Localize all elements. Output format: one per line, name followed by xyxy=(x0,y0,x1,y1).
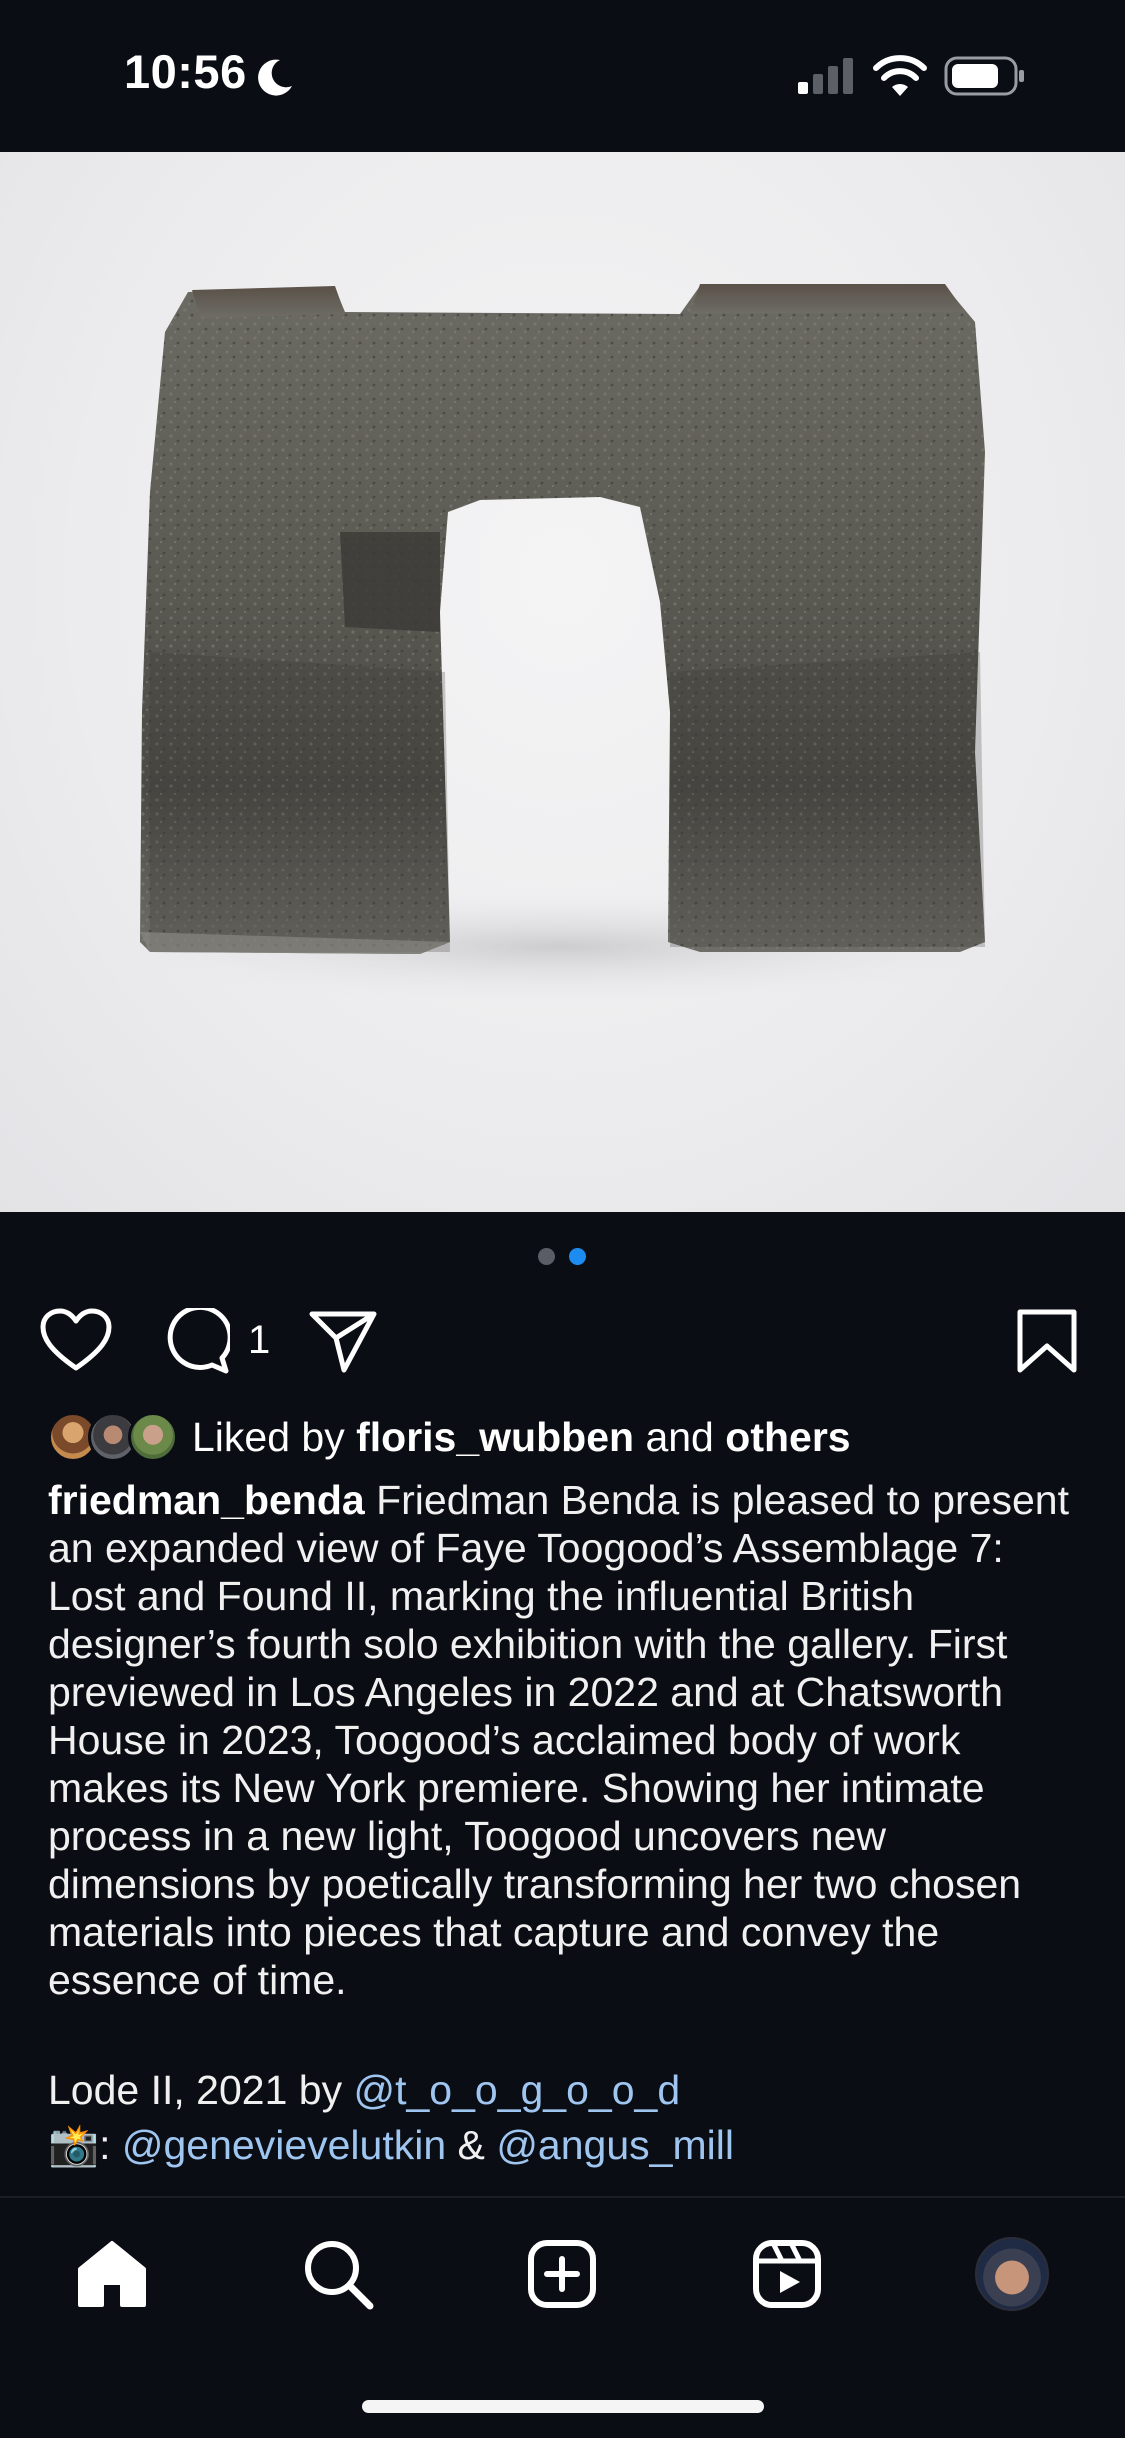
post-caption: friedman_benda Friedman Benda is pleased… xyxy=(48,1476,1088,2004)
tab-home[interactable] xyxy=(72,2234,152,2314)
mention-link[interactable]: @t_o_o_g_o_o_d xyxy=(353,2067,680,2113)
create-icon xyxy=(528,2240,596,2308)
likes-text: Liked by floris_wubben and others xyxy=(192,1414,851,1461)
likes-prefix: Liked by xyxy=(192,1414,345,1460)
likes-summary[interactable]: Liked by floris_wubben and others xyxy=(48,1410,1098,1466)
status-bar: 10:56 xyxy=(0,0,1125,152)
carousel-dot xyxy=(538,1248,555,1265)
bookmark-icon[interactable] xyxy=(1016,1308,1078,1374)
credit-ampersand: & xyxy=(457,2122,485,2168)
status-time: 10:56 xyxy=(124,45,247,98)
carousel-indicator xyxy=(0,1248,1125,1268)
tab-profile[interactable] xyxy=(972,2234,1052,2314)
battery-icon xyxy=(944,56,1024,96)
post-actions: 1 xyxy=(0,1300,1125,1380)
artwork-label: Lode II, 2021 by xyxy=(48,2067,343,2113)
mention-link[interactable]: @genevievelutkin xyxy=(122,2122,446,2168)
credit-line-artwork: Lode II, 2021 by @t_o_o_g_o_o_d xyxy=(48,2063,1088,2118)
comment-count: 1 xyxy=(248,1318,271,1362)
post-image[interactable] xyxy=(0,152,1125,1212)
liker-avatars xyxy=(48,1410,188,1466)
comment-icon[interactable] xyxy=(162,1308,230,1374)
wifi-icon xyxy=(873,55,927,96)
tab-reels[interactable] xyxy=(747,2234,827,2314)
photo-credits: Lode II, 2021 by @t_o_o_g_o_o_d 📸: @gene… xyxy=(48,2063,1088,2173)
credit-line-photo: 📸: @genevievelutkin & @angus_mill xyxy=(48,2118,1088,2173)
avatar xyxy=(128,1412,178,1462)
caption-text: Friedman Benda is pleased to present an … xyxy=(48,1477,1069,2003)
moon-icon xyxy=(258,59,292,96)
tab-search[interactable] xyxy=(298,2234,378,2314)
home-icon xyxy=(78,2241,146,2307)
reels-icon xyxy=(753,2240,821,2308)
home-indicator[interactable] xyxy=(362,2400,764,2413)
tab-create[interactable] xyxy=(522,2234,602,2314)
likes-others[interactable]: others xyxy=(725,1414,850,1460)
carousel-dot-active xyxy=(569,1248,586,1265)
sculpture-photo xyxy=(90,284,1030,1002)
mention-link[interactable]: @angus_mill xyxy=(496,2122,734,2168)
caption-username[interactable]: friedman_benda xyxy=(48,1477,365,1523)
heart-icon[interactable] xyxy=(40,1308,112,1372)
credit-colon: : xyxy=(99,2122,111,2168)
likes-connector: and xyxy=(645,1414,714,1460)
liker-username[interactable]: floris_wubben xyxy=(356,1414,634,1460)
share-icon[interactable] xyxy=(308,1308,378,1374)
camera-emoji-icon: 📸 xyxy=(48,2122,100,2168)
signal-icon xyxy=(798,58,853,94)
search-icon xyxy=(305,2241,374,2310)
profile-avatar xyxy=(975,2237,1049,2311)
